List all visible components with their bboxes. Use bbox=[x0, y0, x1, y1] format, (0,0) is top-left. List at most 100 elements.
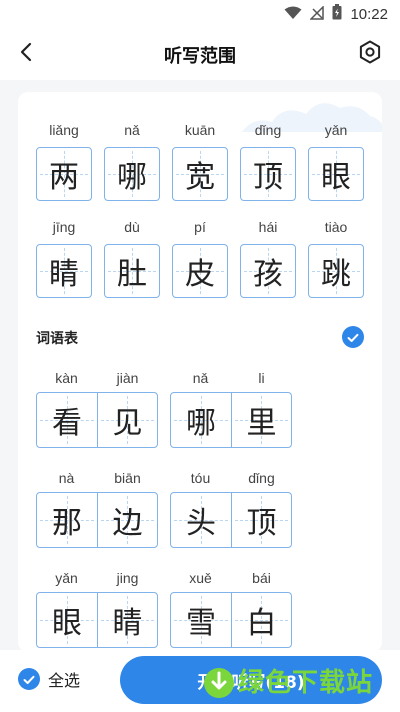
watermark-logo-icon bbox=[204, 668, 234, 698]
character-grid: liǎng 两 nǎ 哪 kuān 宽 dǐng 顶 yǎn 眼 jīng 睛 … bbox=[36, 120, 364, 298]
status-icons: 10:22 bbox=[284, 4, 388, 24]
word-pinyin: xuě bái bbox=[170, 568, 292, 588]
status-bar: 10:22 bbox=[0, 0, 400, 28]
word-card[interactable]: xuě bái 雪 白 bbox=[170, 568, 292, 648]
word-tianzige: 看 见 bbox=[36, 392, 158, 448]
character-cell[interactable]: dù 肚 bbox=[104, 217, 160, 298]
tianzige-box: 睛 bbox=[96, 593, 157, 647]
hanzi-text: 哪 bbox=[185, 406, 216, 441]
word-pinyin: tóu dǐng bbox=[170, 468, 292, 488]
character-cell[interactable]: kuān 宽 bbox=[172, 120, 228, 201]
tianzige-box: 边 bbox=[96, 493, 157, 547]
tianzige-box: 里 bbox=[230, 393, 291, 447]
pinyin-label: bái bbox=[252, 570, 271, 586]
tianzige-box: 顶 bbox=[230, 493, 291, 547]
nav-bar: 听写范围 bbox=[0, 28, 400, 80]
hanzi-text: 里 bbox=[246, 406, 277, 441]
word-pinyin: yǎn jing bbox=[36, 568, 158, 588]
pinyin-label: kuān bbox=[184, 122, 216, 138]
pinyin-label: dǐng bbox=[254, 122, 282, 138]
hanzi-text: 看 bbox=[51, 406, 82, 441]
word-card[interactable]: tóu dǐng 头 顶 bbox=[170, 468, 292, 548]
word-tianzige: 那 边 bbox=[36, 492, 158, 548]
pinyin-label: biān bbox=[114, 470, 141, 486]
word-section-header: 词语表 bbox=[36, 320, 364, 356]
character-cell[interactable]: hái 孩 bbox=[240, 217, 296, 298]
tianzige-box: 宽 bbox=[172, 147, 228, 201]
pinyin-label: jiàn bbox=[116, 370, 139, 386]
pinyin-label: pí bbox=[194, 219, 206, 235]
pinyin-label: yǎn bbox=[324, 122, 348, 138]
hanzi-text: 头 bbox=[185, 506, 216, 541]
tianzige-box: 孩 bbox=[240, 244, 296, 298]
hanzi-text: 见 bbox=[112, 406, 143, 441]
pinyin-label: hái bbox=[258, 219, 278, 235]
word-card[interactable]: yǎn jing 眼 睛 bbox=[36, 568, 158, 648]
content-card[interactable]: liǎng 两 nǎ 哪 kuān 宽 dǐng 顶 yǎn 眼 jīng 睛 … bbox=[18, 92, 382, 652]
hanzi-text: 眼 bbox=[51, 606, 82, 641]
hanzi-text: 顶 bbox=[246, 506, 277, 541]
select-all-toggle[interactable]: 全选 bbox=[18, 667, 80, 691]
pinyin-label: dù bbox=[124, 219, 140, 235]
hanzi-text: 肚 bbox=[117, 257, 147, 292]
word-pinyin: nà biān bbox=[36, 468, 158, 488]
pinyin-label: li bbox=[258, 370, 265, 386]
word-pinyin: kàn jiàn bbox=[36, 368, 158, 388]
settings-icon bbox=[358, 40, 382, 68]
tianzige-box: 哪 bbox=[104, 147, 160, 201]
settings-button[interactable] bbox=[356, 40, 384, 68]
select-all-checkbox[interactable] bbox=[18, 668, 40, 690]
pinyin-label: jing bbox=[116, 570, 139, 586]
tianzige-box: 见 bbox=[96, 393, 157, 447]
tianzige-box: 眼 bbox=[37, 593, 97, 647]
character-cell[interactable]: nǎ 哪 bbox=[104, 120, 160, 201]
wifi-icon bbox=[284, 5, 302, 24]
word-card[interactable]: nǎ li 哪 里 bbox=[170, 368, 292, 448]
tianzige-box: 顶 bbox=[240, 147, 296, 201]
tianzige-box: 那 bbox=[37, 493, 97, 547]
hanzi-text: 眼 bbox=[321, 160, 351, 195]
word-grid: kàn jiàn 看 见 nǎ li 哪 里 nà biān 那 边 tóu d… bbox=[36, 368, 292, 648]
check-icon bbox=[347, 328, 359, 347]
hanzi-text: 宽 bbox=[185, 160, 215, 195]
word-card[interactable]: nà biān 那 边 bbox=[36, 468, 158, 548]
word-tianzige: 雪 白 bbox=[170, 592, 292, 648]
tianzige-box: 眼 bbox=[308, 147, 364, 201]
hanzi-text: 孩 bbox=[253, 257, 283, 292]
hanzi-text: 雪 bbox=[185, 606, 216, 641]
status-time: 10:22 bbox=[350, 5, 388, 23]
pinyin-label: nǎ bbox=[124, 122, 140, 138]
word-tianzige: 头 顶 bbox=[170, 492, 292, 548]
pinyin-label: yǎn bbox=[55, 570, 78, 586]
hanzi-text: 哪 bbox=[117, 160, 147, 195]
check-icon bbox=[23, 670, 35, 689]
watermark-url: www.downcc.com bbox=[242, 694, 337, 706]
character-cell[interactable]: liǎng 两 bbox=[36, 120, 92, 201]
character-cell[interactable]: jīng 睛 bbox=[36, 217, 92, 298]
character-cell[interactable]: tiào 跳 bbox=[308, 217, 364, 298]
tianzige-box: 白 bbox=[230, 593, 291, 647]
word-tianzige: 哪 里 bbox=[170, 392, 292, 448]
hanzi-text: 白 bbox=[246, 606, 277, 641]
pinyin-label: liǎng bbox=[49, 122, 79, 138]
word-section-checkbox[interactable] bbox=[342, 326, 364, 348]
pinyin-label: kàn bbox=[55, 370, 78, 386]
pinyin-label: xuě bbox=[189, 570, 212, 586]
hanzi-text: 两 bbox=[49, 160, 79, 195]
tianzige-box: 睛 bbox=[36, 244, 92, 298]
battery-icon bbox=[332, 4, 342, 24]
character-cell[interactable]: pí 皮 bbox=[172, 217, 228, 298]
pinyin-label: nà bbox=[58, 470, 75, 486]
word-card[interactable]: kàn jiàn 看 见 bbox=[36, 368, 158, 448]
hanzi-text: 睛 bbox=[112, 606, 143, 641]
pinyin-label: jīng bbox=[52, 219, 76, 235]
character-cell[interactable]: yǎn 眼 bbox=[308, 120, 364, 201]
character-cell[interactable]: dǐng 顶 bbox=[240, 120, 296, 201]
tianzige-box: 两 bbox=[36, 147, 92, 201]
watermark: 绿色下载站 www.downcc.com bbox=[200, 660, 400, 712]
tianzige-box: 皮 bbox=[172, 244, 228, 298]
pinyin-label: tóu bbox=[190, 470, 211, 486]
word-tianzige: 眼 睛 bbox=[36, 592, 158, 648]
tianzige-box: 头 bbox=[171, 493, 231, 547]
pinyin-label: tiào bbox=[324, 219, 348, 235]
